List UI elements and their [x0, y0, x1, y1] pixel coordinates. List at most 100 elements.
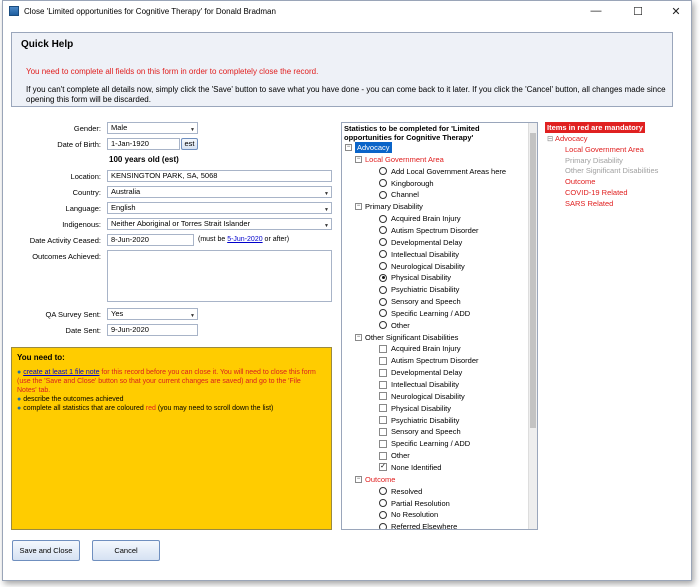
todo-item-statistics: ● complete all statistics that are colou… [17, 405, 274, 412]
location-label: Location: [70, 172, 101, 181]
scrollbar-thumb[interactable] [530, 133, 536, 428]
statistics-row[interactable]: Channel [342, 189, 528, 200]
statistics-row[interactable]: Intellectual Disability [342, 379, 528, 390]
location-input[interactable]: KENSINGTON PARK, SA, 5068 [107, 170, 332, 182]
statistics-row[interactable]: Acquired Brain Injury [342, 213, 528, 224]
country-select[interactable]: Australia [107, 186, 332, 198]
collapse-toggle-icon[interactable]: − [355, 475, 362, 483]
statistics-row[interactable]: No Resolution [342, 509, 528, 520]
radio-button[interactable] [379, 522, 387, 529]
statistics-row[interactable]: − Other Significant Disabilities [342, 332, 528, 343]
statistics-row[interactable]: Autism Spectrum Disorder [342, 355, 528, 366]
checkbox[interactable] [379, 439, 387, 448]
maximize-icon: ☐ [633, 5, 643, 18]
statistics-row[interactable]: Add Local Government Areas here [342, 166, 528, 177]
close-button[interactable]: ✕ [661, 1, 691, 21]
checkbox[interactable] [379, 356, 387, 365]
save-and-close-button[interactable]: Save and Close [12, 540, 80, 561]
checkbox[interactable] [379, 344, 387, 353]
statistics-option-label: None Identified [391, 462, 442, 472]
radio-button[interactable] [379, 487, 387, 496]
statistics-row[interactable]: Physical Disability [342, 403, 528, 414]
statistics-row[interactable]: Referred Elsewhere [342, 521, 528, 529]
checkbox[interactable] [379, 451, 387, 460]
qa-survey-select[interactable]: Yes [107, 308, 198, 320]
statistics-row[interactable]: Acquired Brain Injury [342, 343, 528, 354]
radio-button[interactable] [379, 285, 387, 294]
maximize-button[interactable]: ☐ [623, 1, 653, 21]
statistics-row[interactable]: Developmental Delay [342, 237, 528, 248]
statistics-row[interactable]: Neurological Disability [342, 391, 528, 402]
statistics-row[interactable]: Psychiatric Disability [342, 415, 528, 426]
statistics-row[interactable]: Sensory and Speech [342, 426, 528, 437]
cancel-button[interactable]: Cancel [92, 540, 160, 561]
statistics-row[interactable]: Kingborough [342, 178, 528, 189]
statistics-row[interactable]: Sensory and Speech [342, 296, 528, 307]
statistics-row[interactable]: − Outcome [342, 474, 528, 485]
date-sent-input[interactable]: 9-Jun-2020 [107, 324, 198, 336]
radio-button[interactable] [379, 250, 387, 259]
checkbox[interactable] [379, 380, 387, 389]
tree-scrollbar[interactable] [528, 123, 537, 529]
radio-button[interactable] [379, 499, 387, 507]
statistics-option-label: Developmental Delay [391, 368, 463, 378]
date-ceased-note: (must be 5-Jun-2020 or after) [198, 236, 290, 243]
statistics-row[interactable]: Autism Spectrum Disorder [342, 225, 528, 236]
checkbox[interactable] [379, 416, 387, 425]
radio-button[interactable] [379, 167, 387, 176]
statistics-row[interactable]: Partial Resolution [342, 498, 528, 509]
statistics-row[interactable]: Other [342, 320, 528, 331]
radio-button[interactable] [379, 273, 387, 282]
radio-button[interactable] [379, 309, 387, 318]
statistics-row[interactable]: Developmental Delay [342, 367, 528, 378]
collapse-toggle-icon[interactable]: − [355, 155, 362, 163]
statistics-row[interactable]: Psychiatric Disability [342, 284, 528, 295]
min-date-link[interactable]: 5-Jun-2020 [227, 236, 262, 243]
date-ceased-input[interactable]: 8-Jun-2020 [107, 234, 194, 246]
statistics-row[interactable]: ✓ None Identified [342, 462, 528, 473]
todo-list: ● create at least 1 file note for this r… [17, 368, 322, 413]
checkbox[interactable] [379, 368, 387, 377]
collapse-toggle-icon[interactable]: − [345, 144, 352, 151]
statistics-row[interactable]: Physical Disability [342, 272, 528, 283]
minimize-button[interactable]: — [581, 1, 611, 21]
file-note-link[interactable]: create at least 1 file note [23, 369, 99, 376]
collapse-toggle-icon[interactable]: − [355, 203, 362, 211]
statistics-row[interactable]: Specific Learning / ADD [342, 308, 528, 319]
statistics-row[interactable]: Intellectual Disability [342, 249, 528, 260]
dialog-window: Close 'Limited opportunities for Cogniti… [2, 0, 692, 581]
radio-button[interactable] [379, 321, 387, 330]
checkbox[interactable] [379, 427, 387, 436]
radio-button[interactable] [379, 190, 387, 199]
todo-heading: You need to: [17, 353, 65, 362]
statistics-row[interactable]: − Advocacy [342, 142, 528, 153]
statistics-row[interactable]: Specific Learning / ADD [342, 438, 528, 449]
radio-button[interactable] [379, 238, 387, 247]
radio-button[interactable] [379, 262, 387, 270]
checkbox[interactable]: ✓ [379, 463, 387, 472]
indigenous-select[interactable]: Neither Aboriginal or Torres Strait Isla… [107, 218, 332, 230]
checkbox[interactable] [379, 404, 387, 413]
country-label: Country: [72, 188, 101, 197]
statistics-row[interactable]: Neurological Disability [342, 261, 528, 272]
collapse-toggle-icon[interactable]: − [355, 333, 362, 341]
radio-button[interactable] [379, 510, 387, 519]
gender-select[interactable]: Male [107, 122, 198, 134]
checkbox[interactable] [379, 392, 387, 401]
dob-input[interactable]: 1-Jan-1920 [107, 138, 180, 150]
statistics-row[interactable]: − Primary Disability [342, 201, 528, 212]
outcomes-textarea[interactable] [107, 250, 332, 302]
statistics-heading: Statistics to be completed for 'Limited … [344, 124, 480, 142]
radio-button[interactable] [379, 179, 387, 188]
radio-button[interactable] [379, 214, 387, 223]
radio-button[interactable] [379, 297, 387, 306]
statistics-row[interactable]: − Local Government Area [342, 154, 528, 165]
est-button[interactable]: est [181, 138, 198, 150]
language-select[interactable]: English [107, 202, 332, 214]
statistics-group-label: Outcome [365, 474, 396, 484]
statistics-option-label: Physical Disability [391, 273, 452, 283]
statistics-row[interactable]: Resolved [342, 486, 528, 497]
radio-button[interactable] [379, 226, 387, 235]
mandatory-item: COVID-19 Related [565, 188, 628, 197]
statistics-row[interactable]: Other [342, 450, 528, 461]
